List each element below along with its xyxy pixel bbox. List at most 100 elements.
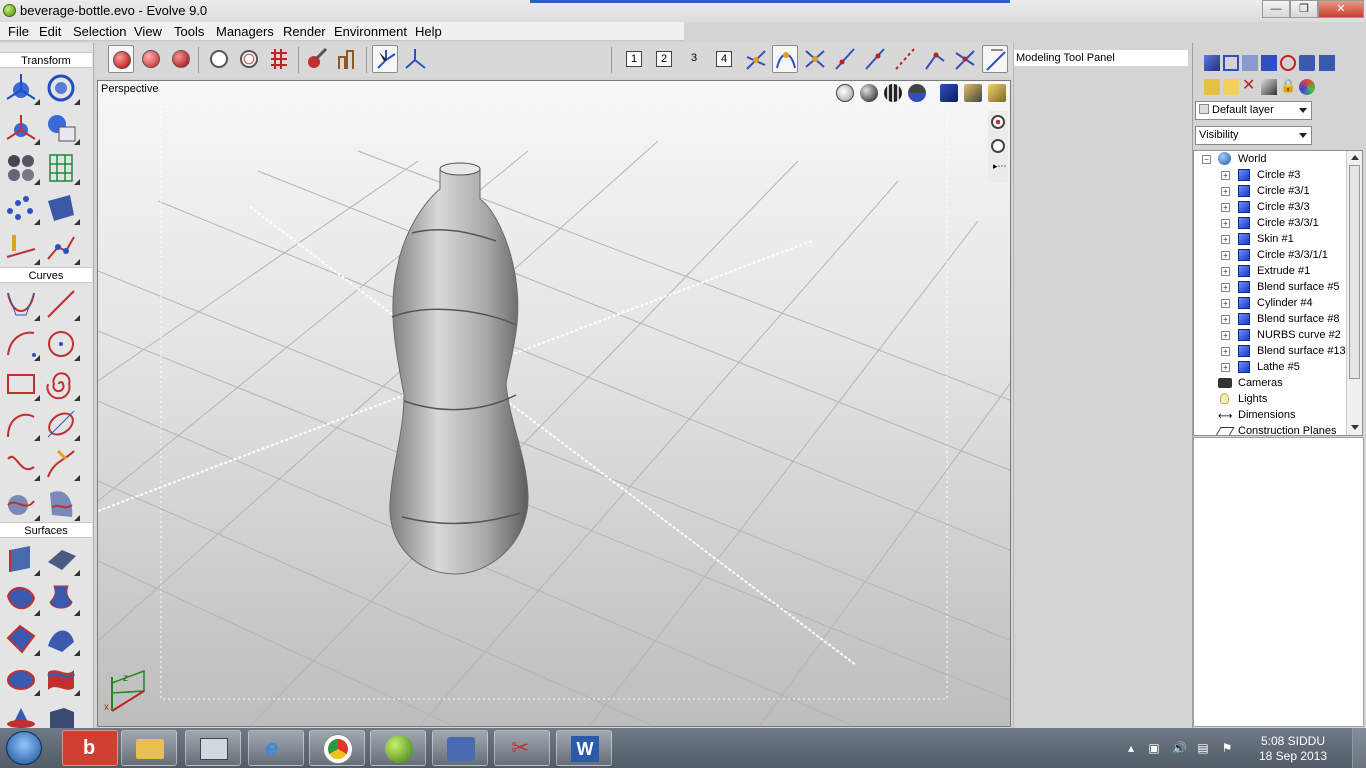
snap-intersect-tool[interactable]: [952, 45, 978, 73]
expand-icon[interactable]: +: [1221, 235, 1230, 244]
open-folder-icon[interactable]: [1204, 79, 1220, 95]
view-four-button[interactable]: 4: [711, 45, 737, 73]
minimize-button[interactable]: —: [1262, 0, 1290, 18]
close-button[interactable]: ✕: [1318, 0, 1364, 18]
rotate-tool[interactable]: [44, 71, 80, 105]
show-hidden-icons[interactable]: ▴: [1124, 741, 1138, 755]
render-shaded-tool[interactable]: [108, 45, 134, 73]
line-tool[interactable]: [44, 287, 80, 321]
expand-icon[interactable]: +: [1221, 315, 1230, 324]
surface-curve-tool[interactable]: [44, 487, 80, 521]
perspective-viewport[interactable]: Perspective x z ▸⋯: [97, 80, 1011, 727]
show-desktop-button[interactable]: [1352, 728, 1366, 768]
collapse-icon[interactable]: −: [1202, 155, 1211, 164]
expand-icon[interactable]: +: [1221, 267, 1230, 276]
taskbar-network[interactable]: [432, 730, 488, 766]
snap-line-tool[interactable]: [862, 45, 888, 73]
snap-point-tool[interactable]: [743, 45, 769, 73]
menu-help[interactable]: Help: [415, 24, 442, 39]
material-icon[interactable]: [1261, 79, 1277, 95]
menu-managers[interactable]: Managers: [216, 24, 274, 39]
rectangle-tool[interactable]: [4, 367, 40, 401]
select-pointer-tool[interactable]: [372, 45, 398, 73]
circle-tool[interactable]: [44, 327, 80, 361]
grid-box-view-icon[interactable]: [988, 84, 1006, 102]
volume-icon[interactable]: 🔊: [1172, 741, 1187, 755]
no-entry-icon[interactable]: [1280, 55, 1296, 71]
view-single-button[interactable]: 1: [621, 45, 647, 73]
view-three-button[interactable]: 3: [681, 45, 707, 73]
lattice-tool[interactable]: [44, 151, 80, 185]
interpolated-curve-tool[interactable]: [4, 407, 40, 441]
menu-edit[interactable]: Edit: [39, 24, 61, 39]
expand-icon[interactable]: +: [1221, 219, 1230, 228]
new-object-icon[interactable]: [1204, 55, 1220, 71]
paste-icon[interactable]: [1242, 55, 1258, 71]
control-point-curve-tool[interactable]: [4, 287, 40, 321]
skin-tool[interactable]: [4, 622, 40, 656]
deform-tool[interactable]: [44, 191, 80, 225]
scroll-down-icon[interactable]: [1351, 425, 1359, 430]
beverage-bottle-model[interactable]: [389, 162, 529, 575]
view-two-button[interactable]: 2: [651, 45, 677, 73]
expand-icon[interactable]: +: [1221, 251, 1230, 260]
arc-tool[interactable]: [4, 327, 40, 361]
expand-icon[interactable]: +: [1221, 283, 1230, 292]
device-icon[interactable]: ▣: [1147, 741, 1161, 755]
expand-icon[interactable]: +: [1221, 171, 1230, 180]
snap-vertex-tool[interactable]: [802, 45, 828, 73]
points-tool[interactable]: [4, 191, 40, 225]
snap-curve-tool[interactable]: [772, 45, 798, 73]
new-folder-icon[interactable]: [1223, 79, 1239, 95]
expand-icon[interactable]: +: [1221, 299, 1230, 308]
taskbar-chrome[interactable]: [309, 730, 365, 766]
horizon-view-icon[interactable]: [908, 84, 926, 102]
paint-tool[interactable]: [304, 45, 330, 73]
windows-start-icon[interactable]: [6, 731, 42, 765]
globe-view-icon[interactable]: [836, 84, 854, 102]
expand-icon[interactable]: +: [1221, 331, 1230, 340]
expand-icon[interactable]: +: [1221, 363, 1230, 372]
project-curve-tool[interactable]: [4, 487, 40, 521]
planar-surface-tool[interactable]: [4, 582, 40, 616]
network-surface-tool[interactable]: [44, 662, 80, 696]
menu-view[interactable]: View: [134, 24, 162, 39]
axis-tool[interactable]: [402, 45, 428, 73]
sweep-tool[interactable]: [44, 622, 80, 656]
measure-tool[interactable]: [334, 45, 360, 73]
taskbar-file-explorer[interactable]: [121, 730, 177, 766]
revolve-tool[interactable]: [44, 582, 80, 616]
scene-tree[interactable]: − World + Circle #3 + Circle #3/1 + Circle #3…: [1193, 150, 1363, 436]
visibility-dropdown[interactable]: Visibility: [1195, 126, 1312, 145]
ungroup-icon[interactable]: [1319, 55, 1335, 71]
shaded-view-icon[interactable]: [860, 84, 878, 102]
taskbar-word[interactable]: W: [556, 730, 612, 766]
menu-selection[interactable]: Selection: [73, 24, 126, 39]
taskbar-control-panel[interactable]: [185, 730, 241, 766]
scale-tool[interactable]: [4, 111, 40, 145]
render-settings-tool[interactable]: [168, 45, 194, 73]
action-center-flag-icon[interactable]: ⚑: [1220, 741, 1234, 755]
wireframe-view-icon[interactable]: [884, 84, 902, 102]
layer-icon[interactable]: [1261, 55, 1277, 71]
curve-trim-tool[interactable]: [44, 447, 80, 481]
snap-grid-point-tool[interactable]: [892, 45, 918, 73]
lock-icon[interactable]: 🔒: [1280, 79, 1296, 95]
snap-xyz-tool[interactable]: [982, 45, 1008, 73]
blend-tool[interactable]: [4, 662, 40, 696]
snap-grid-tool[interactable]: [266, 45, 292, 73]
snap-edge-tool[interactable]: [832, 45, 858, 73]
array-tool[interactable]: [4, 151, 40, 185]
maximize-button[interactable]: ❐: [1290, 0, 1318, 18]
more-arrow-icon[interactable]: ▸⋯: [993, 161, 1007, 172]
cube-view-icon[interactable]: [940, 84, 958, 102]
group-icon[interactable]: [1299, 55, 1315, 71]
render-wire-tool[interactable]: [138, 45, 164, 73]
plane-tool[interactable]: [44, 542, 80, 576]
scroll-up-icon[interactable]: [1351, 155, 1359, 160]
expand-icon[interactable]: +: [1221, 187, 1230, 196]
network-status-icon[interactable]: ▤: [1196, 741, 1210, 755]
snap-tangent-tool[interactable]: [922, 45, 948, 73]
spiral-tool[interactable]: [44, 367, 80, 401]
fillet-curve-tool[interactable]: [44, 407, 80, 441]
